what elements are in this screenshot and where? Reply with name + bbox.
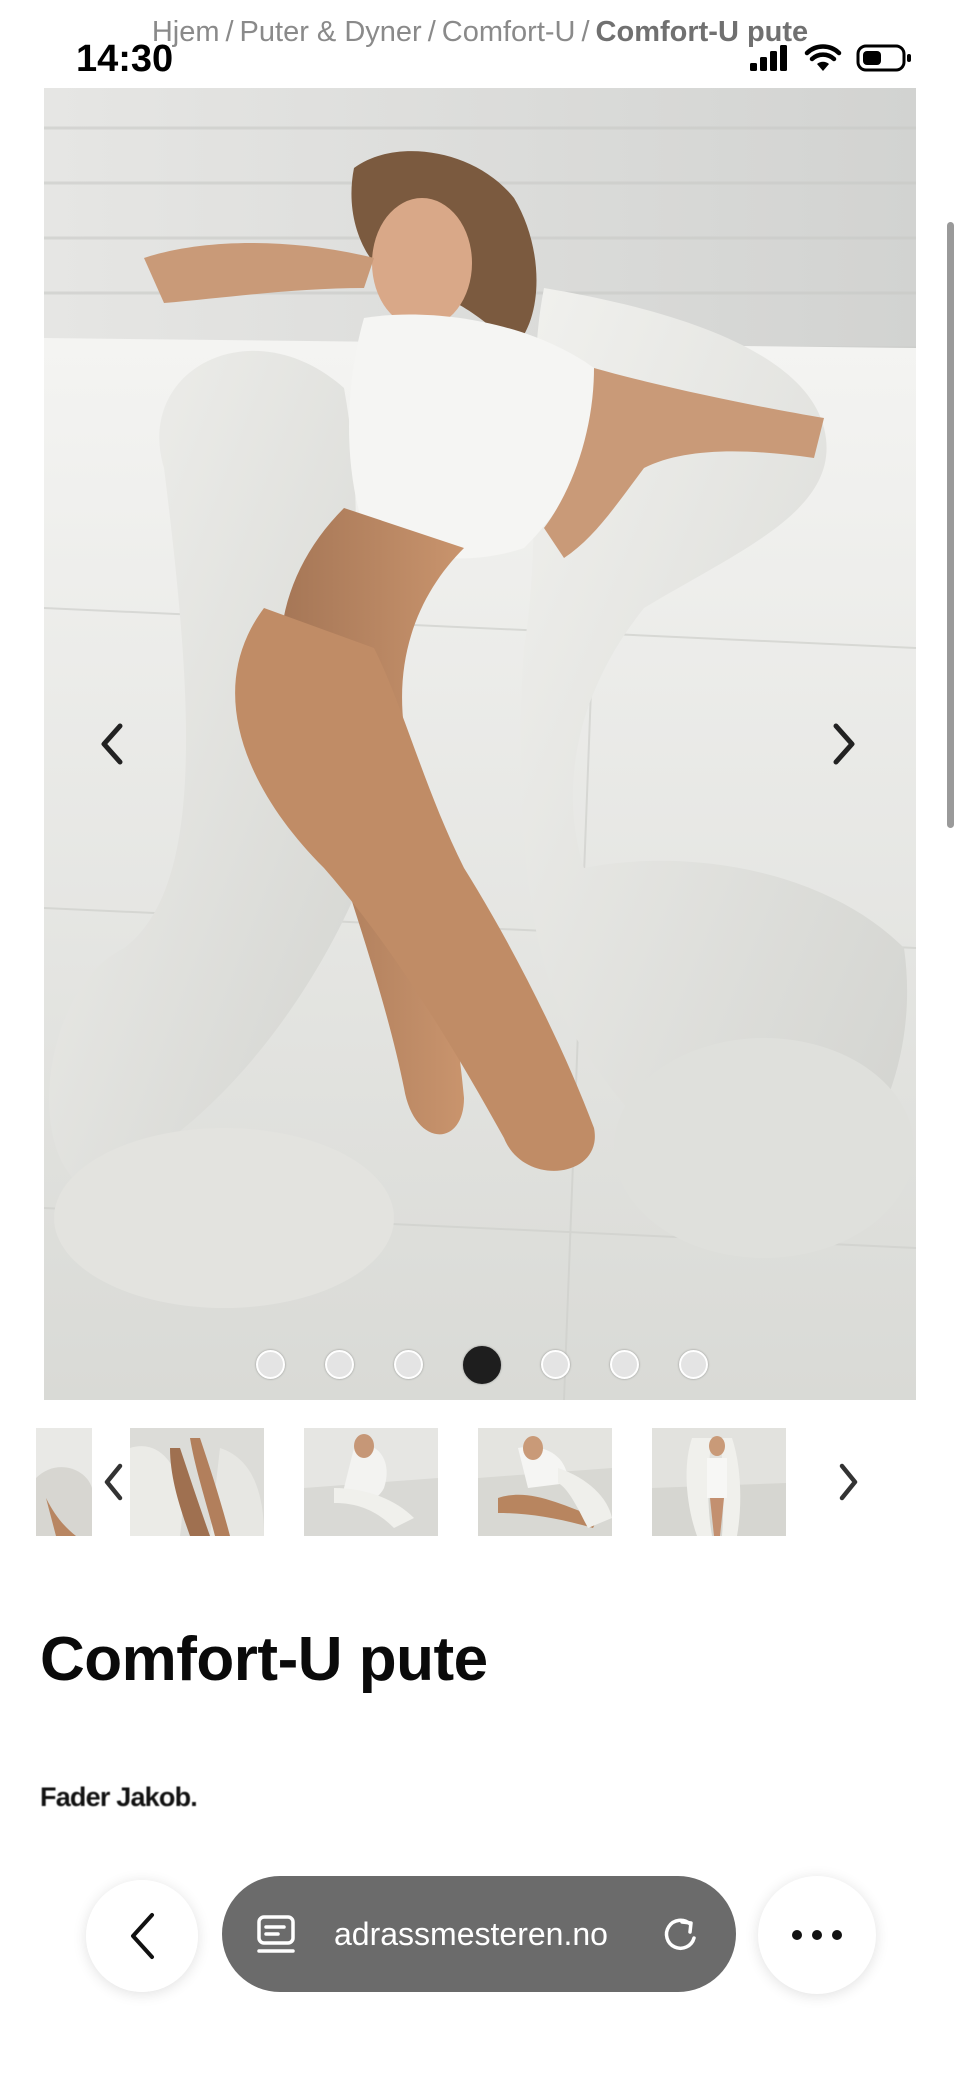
gallery-dot[interactable] <box>256 1350 285 1379</box>
more-icon-dot <box>792 1930 802 1940</box>
url-bar[interactable]: adrassmesteren.no <box>222 1876 736 1992</box>
gallery-prev-button[interactable] <box>80 712 144 776</box>
gallery-dot[interactable] <box>325 1350 354 1379</box>
gallery-dot[interactable] <box>394 1350 423 1379</box>
gallery-dot[interactable] <box>610 1350 639 1379</box>
chevron-left-icon <box>101 723 123 765</box>
signal-icon <box>750 45 787 71</box>
battery-icon <box>856 44 911 72</box>
gallery-dot-active[interactable] <box>463 1346 501 1384</box>
browser-back-button[interactable] <box>86 1880 198 1992</box>
status-time: 14:30 <box>76 38 174 80</box>
more-button[interactable] <box>758 1876 876 1994</box>
breadcrumb-separator: / <box>225 16 234 48</box>
url-text[interactable]: adrassmesteren.no <box>334 1916 658 1953</box>
brand-logo[interactable]: Fader Jakob. <box>40 1782 198 1813</box>
price-blurred <box>40 1912 55 1974</box>
chevron-right-icon <box>839 1463 858 1501</box>
wifi-icon <box>804 44 842 71</box>
gallery-next-button[interactable] <box>812 712 876 776</box>
reload-icon[interactable] <box>658 1912 702 1956</box>
scrollbar[interactable] <box>947 222 954 828</box>
status-icons <box>750 44 912 72</box>
thumbnail[interactable] <box>652 1428 786 1536</box>
product-main-image <box>44 88 916 1400</box>
thumbnail[interactable] <box>304 1428 438 1536</box>
thumbnail[interactable] <box>478 1428 612 1536</box>
breadcrumb-item-puter-dyner[interactable]: Puter & Dyner <box>240 16 422 48</box>
back-arrow-icon <box>131 1913 154 1959</box>
breadcrumb-item-comfort-u[interactable]: Comfort-U <box>442 16 576 48</box>
thumbnail-next-button[interactable] <box>818 1450 878 1514</box>
price-note-blurred <box>40 2000 47 2031</box>
gallery-dot[interactable] <box>679 1350 708 1379</box>
more-icon-dot <box>812 1930 822 1940</box>
product-title: Comfort-U pute <box>40 1625 488 1694</box>
more-icon-dot <box>832 1930 842 1940</box>
chevron-left-icon <box>104 1463 123 1501</box>
chevron-right-icon <box>833 723 855 765</box>
thumbnail-strip <box>0 1428 960 1538</box>
gallery-dot[interactable] <box>541 1350 570 1379</box>
thumbnail[interactable] <box>130 1428 264 1536</box>
tabs-icon[interactable] <box>256 1912 300 1956</box>
breadcrumb-separator: / <box>427 16 436 48</box>
gallery-dots <box>256 1346 708 1384</box>
breadcrumb-separator: / <box>581 16 590 48</box>
